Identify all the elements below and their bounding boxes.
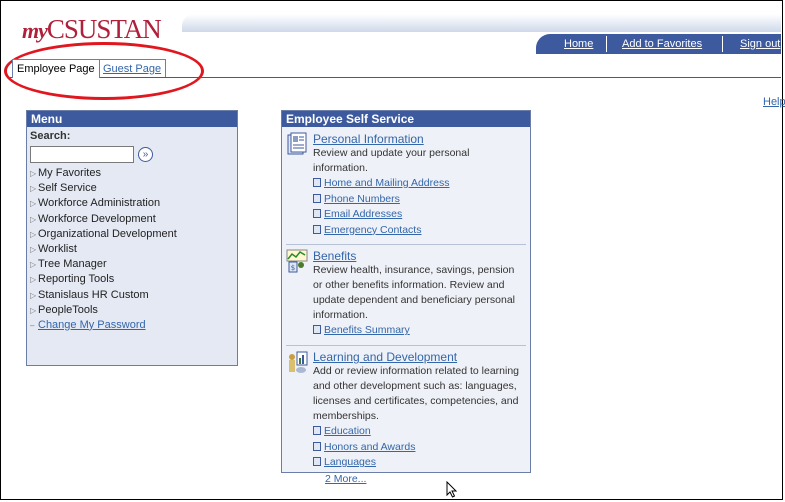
page-icon xyxy=(313,178,321,187)
page-icon xyxy=(313,224,321,234)
svg-text:$: $ xyxy=(291,264,295,272)
dash-icon: – xyxy=(30,320,35,330)
expand-triangle-icon: ▷ xyxy=(30,184,37,194)
sub-link-education[interactable]: Education xyxy=(313,424,526,440)
tab-employee-page[interactable]: Employee Page xyxy=(12,59,100,78)
sub-link-languages[interactable]: Languages xyxy=(313,455,526,471)
nav-separator xyxy=(722,36,723,52)
sign-out-link[interactable]: Sign out xyxy=(740,38,780,50)
menu-item-self-service[interactable]: ▷ Self Service xyxy=(30,181,234,196)
search-go-icon[interactable]: » xyxy=(138,147,153,162)
page-icon xyxy=(313,457,321,467)
sub-link-phone-numbers[interactable]: Phone Numbers xyxy=(313,192,526,208)
menu-item-my-favorites[interactable]: ▷ My Favorites xyxy=(30,166,234,181)
section-description: Review and update your personal informat… xyxy=(313,147,470,174)
page-icon xyxy=(313,193,321,203)
ess-section-benefits: $ Benefits Review health, insurance, savin… xyxy=(286,249,526,339)
menu-item-tree-manager[interactable]: ▷ Tree Manager xyxy=(30,257,234,272)
expand-triangle-icon: ▷ xyxy=(30,275,37,285)
more-link[interactable]: 2 More... xyxy=(313,471,526,487)
menu-item-change-my-password[interactable]: – Change My Password xyxy=(30,318,234,333)
home-link[interactable]: Home xyxy=(564,38,593,50)
expand-triangle-icon: ▷ xyxy=(30,199,37,209)
menu-item-reporting-tools[interactable]: ▷ Reporting Tools xyxy=(30,272,234,287)
add-to-favorites-link[interactable]: Add to Favorites xyxy=(622,38,702,50)
expand-triangle-icon: ▷ xyxy=(30,169,37,178)
top-nav: Home Add to Favorites Sign out xyxy=(536,34,781,54)
expand-triangle-icon: ▷ xyxy=(30,260,37,270)
ess-section-learning-and-development: Learning and Development Add or review in… xyxy=(286,350,526,487)
sub-link-home-and-mailing-address[interactable]: Home and Mailing Address xyxy=(313,176,526,192)
expand-triangle-icon: ▷ xyxy=(30,244,37,254)
logo: myCSUSTAN xyxy=(22,14,162,44)
header-bar xyxy=(182,14,781,32)
mouse-cursor-icon xyxy=(446,481,458,498)
menu-item-workforce-development[interactable]: ▷ Workforce Development xyxy=(30,212,234,227)
sub-link-benefits-summary[interactable]: Benefits Summary xyxy=(313,323,526,339)
menu-title: Menu xyxy=(27,111,237,127)
menu-item-worklist[interactable]: ▷ Worklist xyxy=(30,242,234,257)
page-icon xyxy=(313,425,321,435)
employee-self-service-panel: Employee Self Service Personal Informati… xyxy=(281,110,531,485)
search-label: Search: xyxy=(30,130,71,142)
sub-link-honors-and-awards[interactable]: Honors and Awards xyxy=(313,440,526,456)
expand-triangle-icon: ▷ xyxy=(30,290,37,300)
ess-section-personal-information: Personal Information Review and update yo… xyxy=(286,132,526,238)
section-description: Add or review information related to lea… xyxy=(313,364,520,422)
expand-triangle-icon: ▷ xyxy=(30,229,37,239)
expand-triangle-icon: ▷ xyxy=(30,214,37,224)
section-description: Review health, insurance, savings, pensi… xyxy=(313,264,515,322)
menu-item-peopletools[interactable]: ▷ PeopleTools xyxy=(30,303,234,318)
menu-item-organizational-development[interactable]: ▷ Organizational Development xyxy=(30,227,234,242)
page-icon xyxy=(313,325,321,335)
benefits-icon[interactable]: $ xyxy=(286,249,308,273)
menu-item-workforce-administration[interactable]: ▷ Workforce Administration xyxy=(30,196,234,211)
page-icon xyxy=(313,441,321,451)
help-link[interactable]: Help xyxy=(763,96,785,108)
sub-link-email-addresses[interactable]: Email Addresses xyxy=(313,207,526,223)
learning-icon[interactable] xyxy=(286,350,308,374)
ess-title: Employee Self Service xyxy=(282,111,530,127)
page-icon xyxy=(313,209,321,219)
menu-item-stanislaus-hr-custom[interactable]: ▷ Stanislaus HR Custom xyxy=(30,288,234,303)
section-divider xyxy=(286,344,526,346)
search-input[interactable] xyxy=(30,146,134,163)
expand-triangle-icon: ▷ xyxy=(30,305,37,315)
section-title-link[interactable]: Personal Information xyxy=(313,132,526,146)
personal-info-icon[interactable] xyxy=(286,132,308,156)
sub-link-emergency-contacts[interactable]: Emergency Contacts xyxy=(313,223,526,239)
section-title-link[interactable]: Learning and Development xyxy=(313,350,526,364)
section-title-link[interactable]: Benefits xyxy=(313,249,526,263)
menu-list: ▷ My Favorites ▷ Self Service ▷ Workforce Adm… xyxy=(30,166,234,333)
nav-separator xyxy=(606,36,607,52)
section-divider xyxy=(286,244,526,246)
menu-panel: Menu Search: » ▷ My Favorites ▷ Self Servic… xyxy=(26,110,238,366)
